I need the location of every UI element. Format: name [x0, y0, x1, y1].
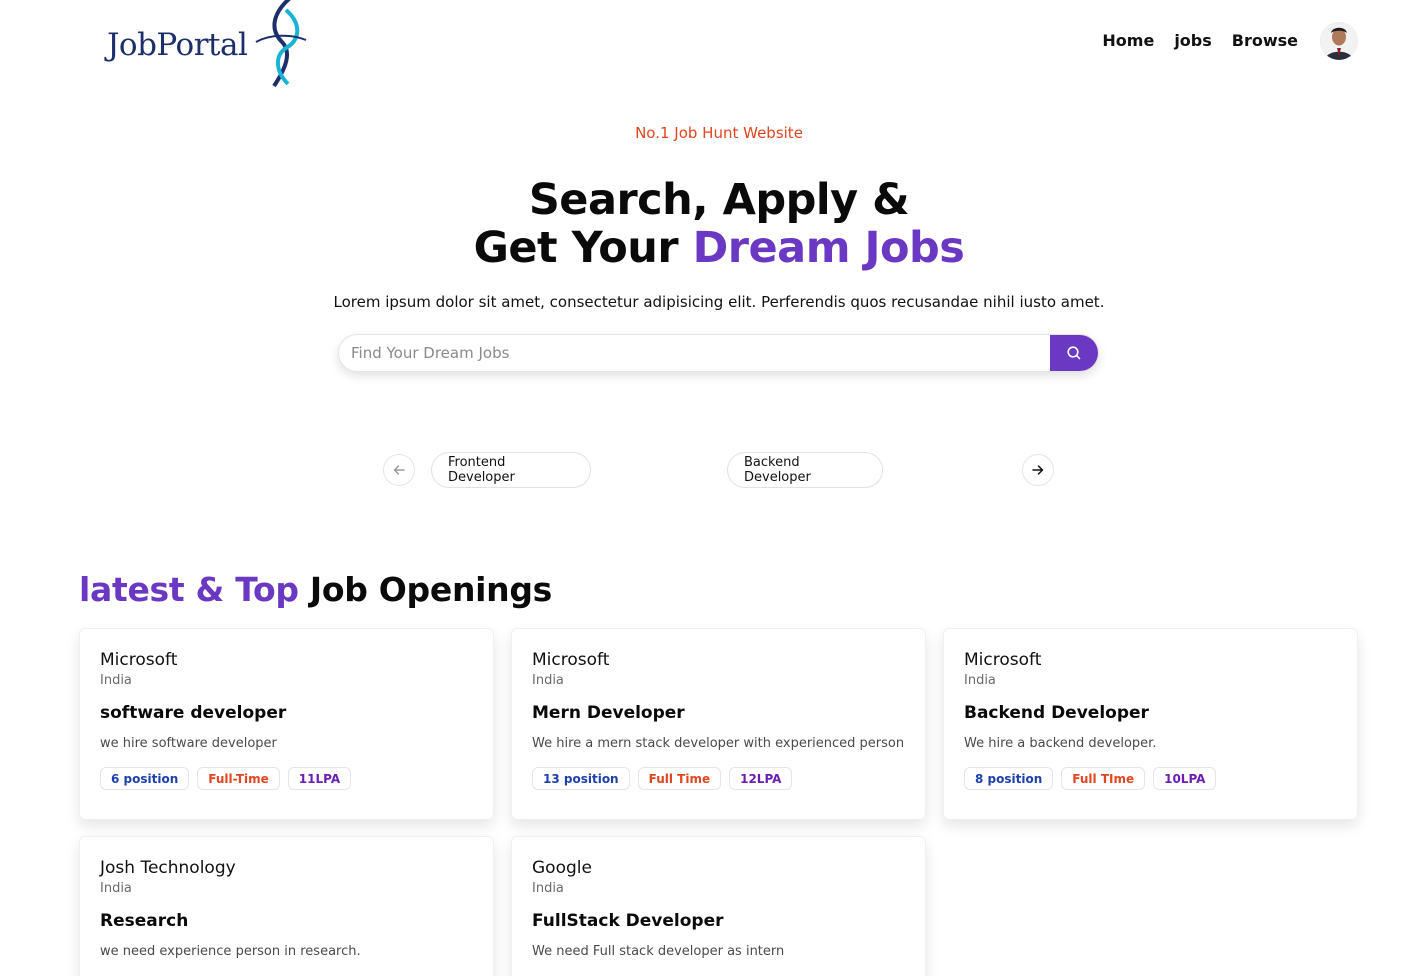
job-title: Mern Developer: [532, 703, 685, 723]
job-type-badge: Full TIme: [1061, 767, 1146, 790]
search-icon: [1067, 346, 1081, 360]
job-description: We hire a mern stack developer with expe…: [532, 736, 905, 751]
search-button[interactable]: [1050, 335, 1098, 371]
job-company: Google: [532, 858, 592, 878]
hero-title-accent: Dream Jobs: [692, 223, 965, 273]
job-description: we hire software developer: [100, 736, 277, 751]
carousel-next-button[interactable]: [1022, 454, 1054, 486]
job-type-badge: Full-Time: [197, 767, 280, 790]
hero-title-line2-prefix: Get Your: [473, 223, 693, 273]
job-location: India: [100, 673, 132, 688]
job-title: Research: [100, 911, 189, 931]
arrow-right-icon: [1032, 465, 1044, 475]
hero-subtitle: Lorem ipsum dolor sit amet, consectetur …: [333, 293, 1105, 311]
job-location: India: [532, 881, 564, 896]
category-chip-backend[interactable]: Backend Developer: [727, 452, 883, 488]
job-title: FullStack Developer: [532, 911, 724, 931]
job-card[interactable]: Microsoft India Mern Developer We hire a…: [511, 628, 926, 820]
job-type-badge: Full Time: [637, 767, 722, 790]
hero-title-line1: Search, Apply &: [528, 175, 910, 225]
positions-badge: 8 position: [964, 767, 1054, 790]
positions-badge: 6 position: [100, 767, 190, 790]
job-title: software developer: [100, 703, 287, 723]
section-title-rest: Job Openings: [298, 570, 553, 609]
job-card[interactable]: Google India FullStack Developer We need…: [511, 836, 926, 976]
salary-badge: 12LPA: [729, 767, 793, 790]
nav-home[interactable]: Home: [1102, 31, 1154, 50]
job-company: Josh Technology: [100, 858, 236, 878]
hero-title: Search, Apply & Get Your Dream Jobs: [0, 176, 1414, 272]
search-bar: [338, 334, 1099, 372]
job-description: We hire a backend developer.: [964, 736, 1157, 751]
job-location: India: [532, 673, 564, 688]
salary-badge: 11LPA: [287, 767, 352, 790]
logo-text: JobPortal: [107, 27, 248, 63]
job-company: Microsoft: [100, 650, 178, 670]
salary-badge: 10LPA: [1153, 767, 1217, 790]
job-description: we need experience person in research.: [100, 944, 361, 959]
section-title: latest & Top Job Openings: [79, 570, 552, 609]
job-badges: 8 position Full TIme 10LPA: [964, 767, 1337, 790]
positions-badge: 13 position: [532, 767, 630, 790]
logo-swirl-icon: [255, 0, 307, 88]
section-title-accent: latest & Top: [79, 570, 299, 609]
job-badges: 6 position Full-Time 11LPA: [100, 767, 473, 790]
job-description: We need Full stack developer as intern: [532, 944, 785, 959]
job-badges: 13 position Full Time 12LPA: [532, 767, 905, 790]
arrow-left-icon: [393, 465, 405, 475]
job-company: Microsoft: [964, 650, 1042, 670]
avatar-image: [1320, 22, 1358, 60]
job-location: India: [100, 881, 132, 896]
tagline: No.1 Job Hunt Website: [635, 124, 803, 142]
nav-jobs[interactable]: jobs: [1174, 31, 1211, 50]
header: JobPortal Home jobs Browse: [0, 0, 1414, 92]
job-card[interactable]: Microsoft India software developer we hi…: [79, 628, 494, 820]
carousel-prev-button[interactable]: [383, 454, 415, 486]
job-card[interactable]: Microsoft India Backend Developer We hir…: [943, 628, 1358, 820]
logo[interactable]: JobPortal: [107, 0, 307, 90]
search-input[interactable]: [339, 335, 1050, 371]
main-nav: Home jobs Browse: [1082, 31, 1298, 50]
job-title: Backend Developer: [964, 703, 1149, 723]
category-chip-frontend[interactable]: Frontend Developer: [431, 452, 591, 488]
job-location: India: [964, 673, 996, 688]
avatar[interactable]: [1320, 22, 1358, 60]
job-company: Microsoft: [532, 650, 610, 670]
job-card[interactable]: Josh Technology India Research we need e…: [79, 836, 494, 976]
nav-browse[interactable]: Browse: [1232, 31, 1298, 50]
